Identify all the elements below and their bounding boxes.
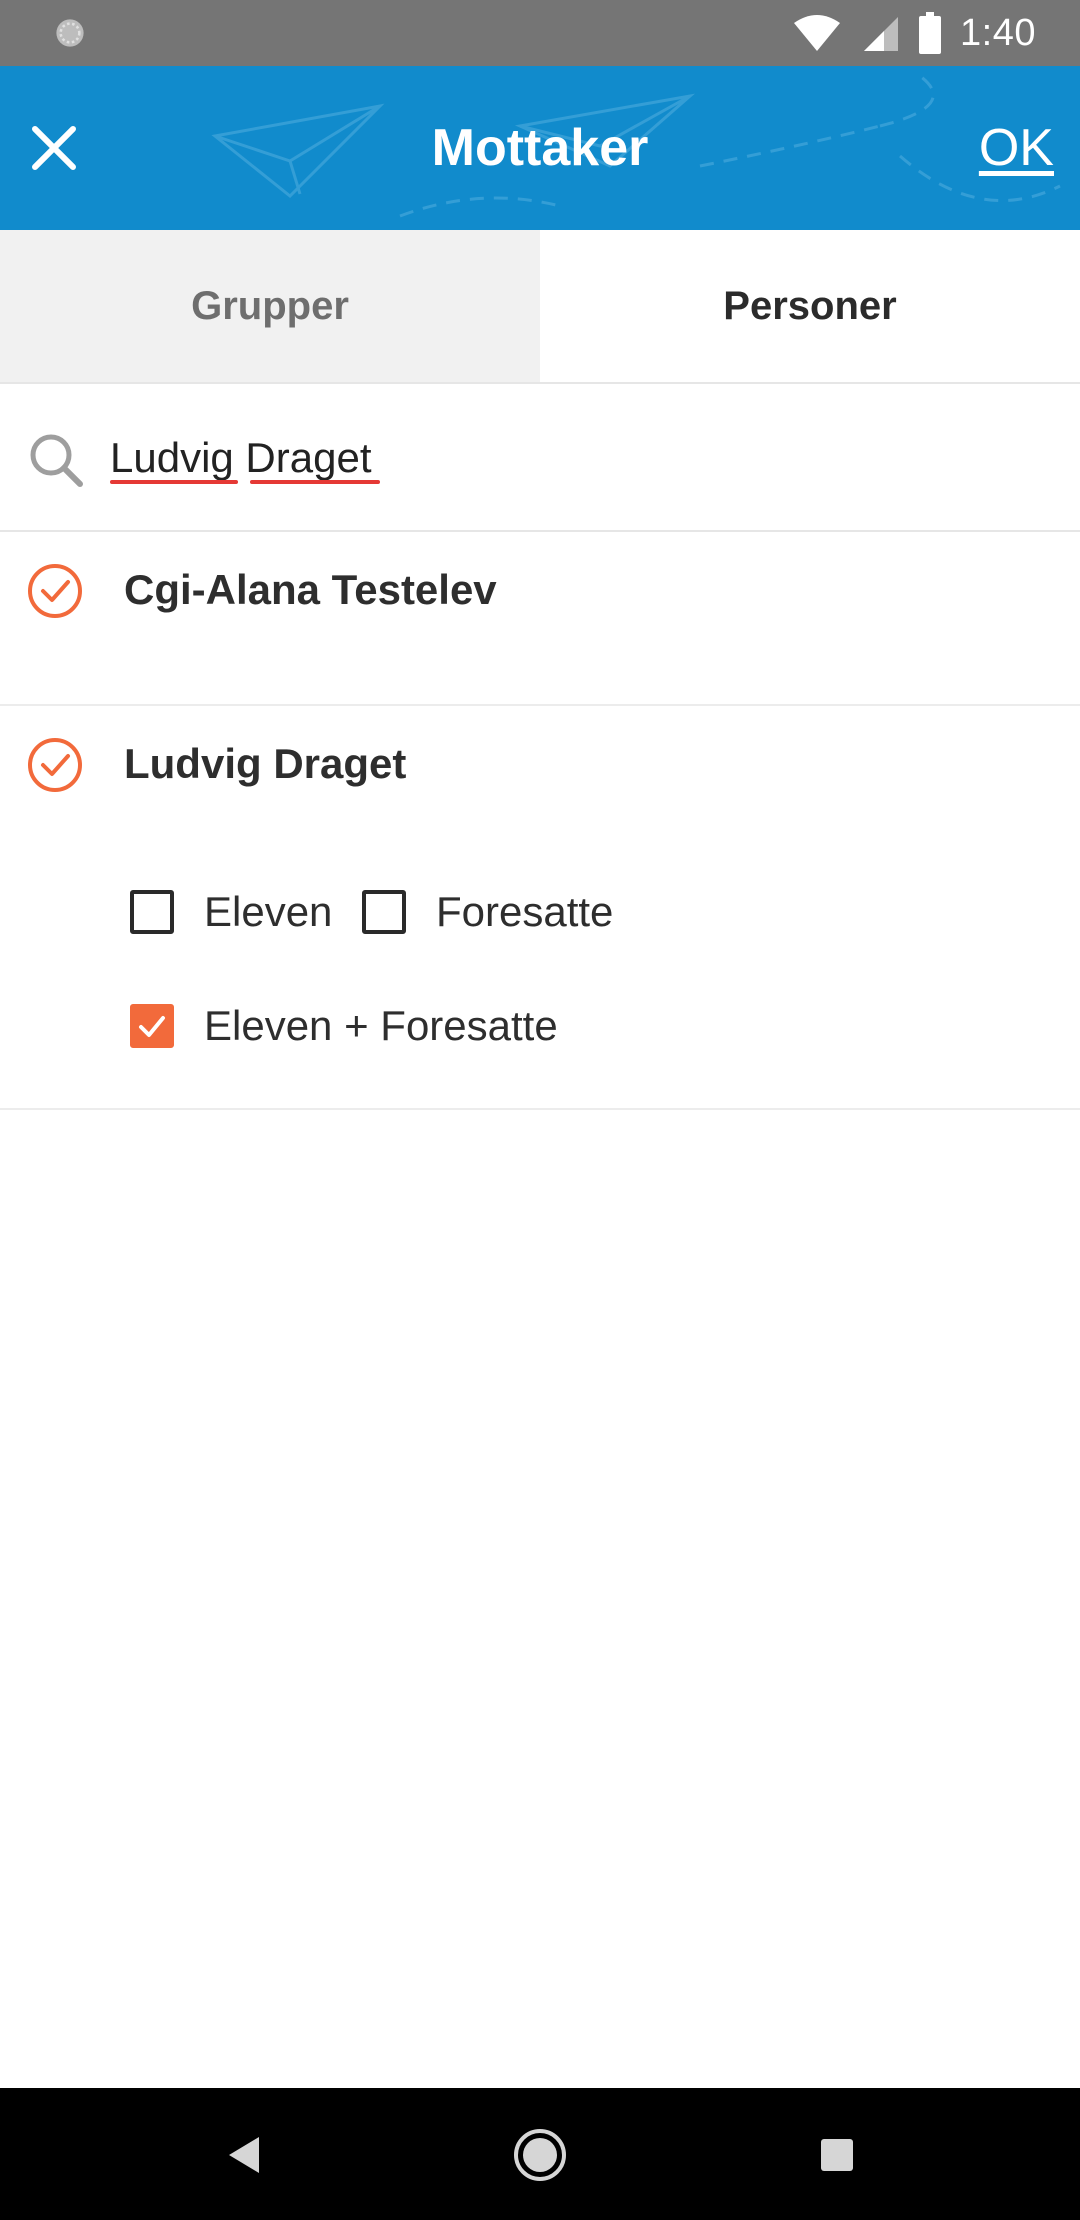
search-bar: [0, 384, 1080, 532]
system-nav-bar: [0, 2088, 1080, 2220]
recipient-name: Cgi-Alana Testelev: [124, 566, 497, 613]
status-time: 1:40: [960, 11, 1036, 54]
checkbox[interactable]: [130, 890, 174, 934]
home-button[interactable]: [495, 2110, 585, 2200]
tab-personer[interactable]: Personer: [540, 230, 1080, 382]
option-label: Eleven + Foresatte: [204, 1002, 558, 1049]
checkbox-checked[interactable]: [130, 1004, 174, 1048]
checkbox[interactable]: [362, 890, 406, 934]
option-foresatte[interactable]: Foresatte: [362, 888, 613, 936]
check-circle-icon[interactable]: [26, 736, 84, 794]
back-icon: [229, 2137, 259, 2173]
ok-button[interactable]: OK: [979, 66, 1054, 230]
close-button[interactable]: [18, 112, 90, 184]
recents-icon: [821, 2139, 853, 2171]
wifi-icon: [794, 15, 841, 51]
recipient-name: Ludvig Draget: [124, 740, 407, 787]
option-eleven-foresatte[interactable]: Eleven + Foresatte: [130, 1002, 558, 1050]
search-input[interactable]: [110, 420, 1010, 496]
spellcheck-underline: [250, 480, 380, 484]
recents-button[interactable]: [792, 2110, 882, 2200]
check-circle-icon[interactable]: [26, 562, 84, 620]
checkmark-icon: [139, 1016, 165, 1037]
tab-bar: Grupper Personer: [0, 230, 1080, 384]
battery-icon: [919, 12, 942, 54]
app-bar: Mottaker OK: [0, 66, 1080, 230]
list-item[interactable]: Cgi-Alana Testelev: [0, 532, 1080, 706]
option-label: Eleven: [204, 888, 333, 935]
list-item[interactable]: Ludvig Draget Eleven Foresatte Eleven + …: [0, 706, 1080, 1110]
home-icon: [514, 2129, 566, 2181]
spellcheck-underline: [110, 480, 238, 484]
close-icon: [32, 126, 76, 170]
option-label: Foresatte: [436, 888, 614, 935]
cell-signal-icon: [864, 17, 899, 51]
paper-plane-decoration: [211, 74, 1061, 218]
back-button[interactable]: [198, 2110, 288, 2200]
tab-grupper[interactable]: Grupper: [0, 230, 540, 382]
sync-icon: [56, 19, 84, 47]
option-eleven[interactable]: Eleven: [130, 888, 332, 936]
search-icon: [30, 434, 83, 487]
status-bar: 1:40: [0, 0, 1080, 66]
status-icons: 1:40: [792, 0, 1036, 66]
